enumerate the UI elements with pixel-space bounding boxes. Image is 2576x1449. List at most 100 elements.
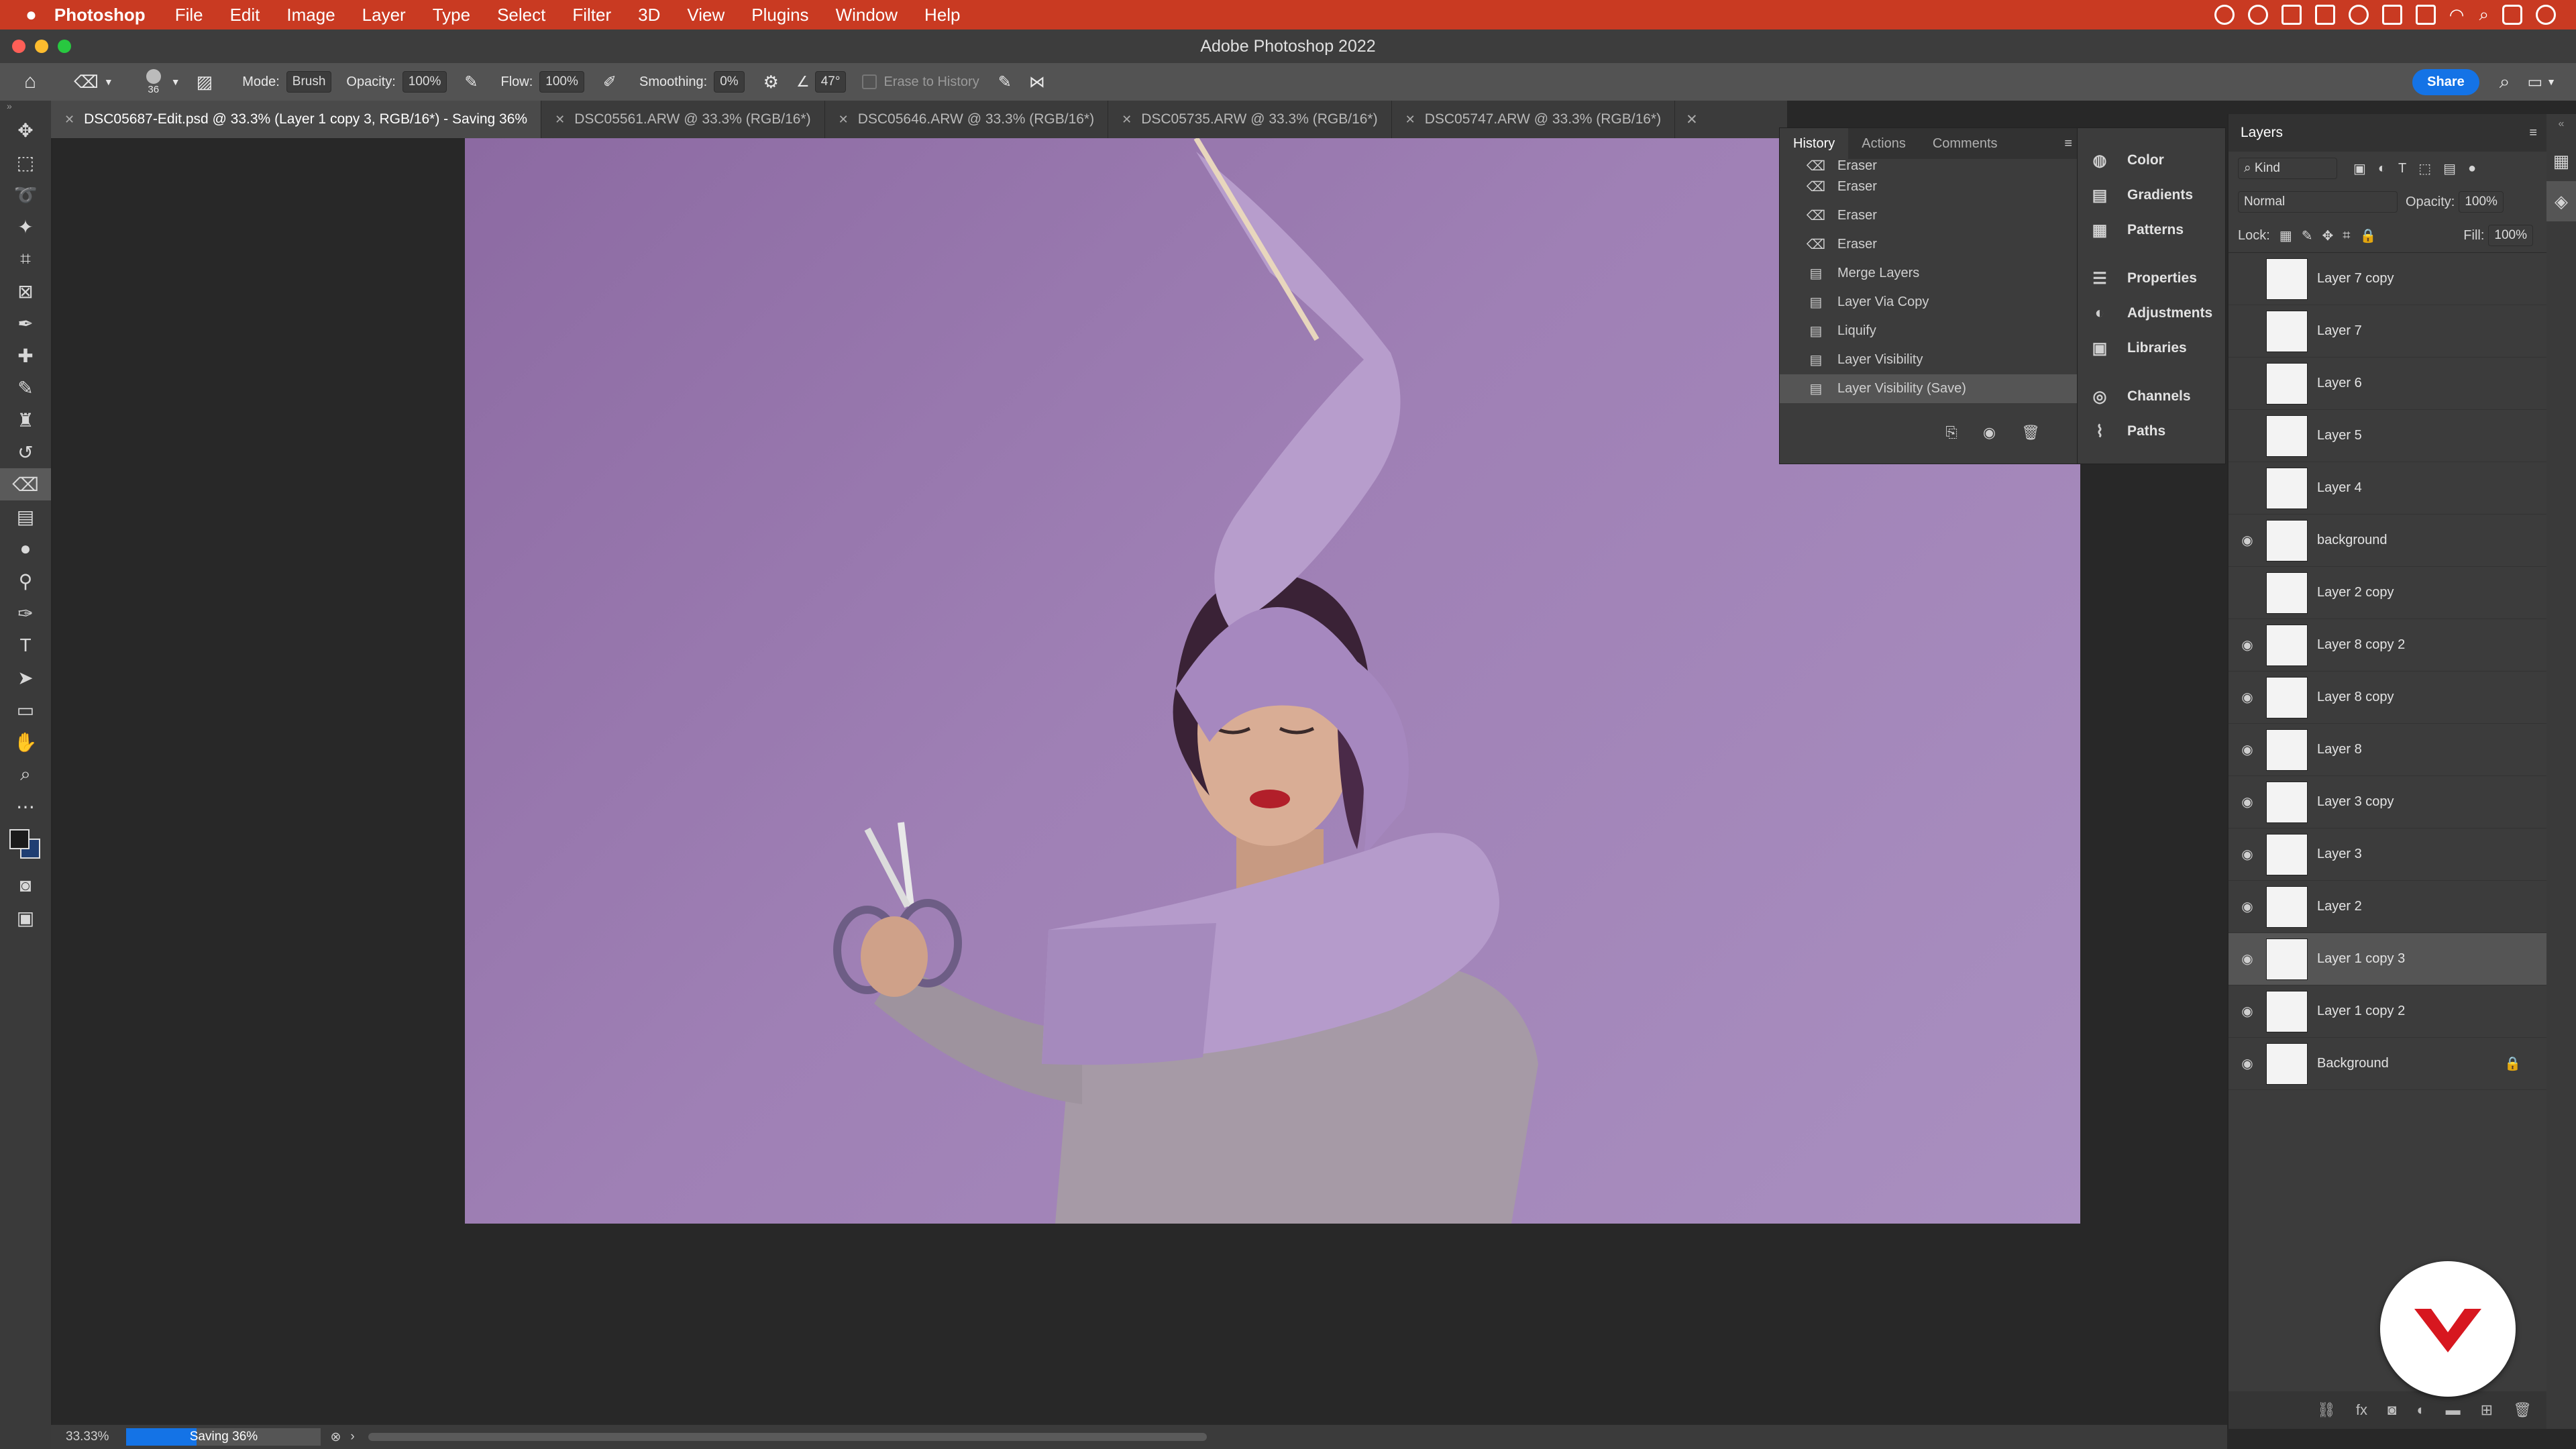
sync-icon[interactable]: [2348, 5, 2369, 25]
panel-menu-icon[interactable]: ≡: [2529, 125, 2537, 141]
layer-row[interactable]: ◉ Layer 8 copy 2: [2229, 619, 2548, 672]
menu-3d[interactable]: 3D: [638, 5, 660, 25]
menu-edit[interactable]: Edit: [230, 5, 260, 25]
magic-wand-tool-icon[interactable]: ✦: [0, 211, 51, 243]
menu-window[interactable]: Window: [836, 5, 898, 25]
type-tool-icon[interactable]: T: [0, 629, 51, 661]
layers-title[interactable]: Layers: [2241, 125, 2283, 141]
panel-gradients[interactable]: ▤ Gradients: [2078, 178, 2225, 213]
close-icon[interactable]: ✕: [555, 113, 565, 127]
layer-row[interactable]: Layer 7 copy: [2229, 253, 2548, 305]
move-tool-icon[interactable]: ✥: [0, 114, 51, 146]
tab-document-5[interactable]: ✕ DSC05747.ARW @ 33.3% (RGB/16*): [1392, 101, 1676, 138]
chevron-down-icon[interactable]: ▼: [171, 76, 180, 87]
more-tools-icon[interactable]: ⋯: [0, 790, 51, 822]
layer-row[interactable]: Layer 6: [2229, 358, 2548, 410]
collapse-arrows-icon[interactable]: »: [0, 101, 51, 114]
lock-position-icon[interactable]: ✥: [2322, 227, 2333, 244]
opacity-field[interactable]: 100%: [402, 71, 447, 93]
lasso-tool-icon[interactable]: ➰: [0, 178, 51, 211]
quick-mask-icon[interactable]: ◙: [0, 869, 51, 902]
layer-row[interactable]: ◉ background: [2229, 515, 2548, 567]
eye-icon[interactable]: ◉: [2229, 1055, 2266, 1072]
link-layers-icon[interactable]: ⛓: [2317, 1401, 2336, 1419]
layer-row[interactable]: Layer 7: [2229, 305, 2548, 358]
filter-image-icon[interactable]: ▣: [2353, 160, 2366, 177]
marquee-tool-icon[interactable]: ⬚: [0, 146, 51, 178]
gradient-tool-icon[interactable]: ▤: [0, 500, 51, 533]
history-item[interactable]: ⌫ Eraser: [1780, 201, 2080, 230]
filter-toggle-icon[interactable]: ●: [2468, 161, 2476, 176]
hand-tool-icon[interactable]: ✋: [0, 726, 51, 758]
history-item[interactable]: ⌫ Eraser: [1780, 159, 2080, 174]
tab-document-3[interactable]: ✕ DSC05646.ARW @ 33.3% (RGB/16*): [825, 101, 1109, 138]
layer-row[interactable]: ◉ Layer 8: [2229, 724, 2548, 776]
history-item[interactable]: ▤ Merge Layers: [1780, 259, 2080, 288]
wifi-icon[interactable]: ◠: [2449, 5, 2465, 25]
lock-artboard-icon[interactable]: ⌗: [2343, 228, 2350, 244]
flow-field[interactable]: 100%: [539, 71, 584, 93]
layers-stack-icon[interactable]: ◈: [2546, 181, 2576, 221]
history-item[interactable]: ▤ Layer Visibility: [1780, 345, 2080, 374]
new-layer-icon[interactable]: ⊞: [2481, 1401, 2493, 1419]
new-adjustment-icon[interactable]: ◐: [2416, 1401, 2425, 1419]
menu-plugins[interactable]: Plugins: [751, 5, 808, 25]
brush-tool-icon[interactable]: ✎: [0, 372, 51, 404]
menu-layer[interactable]: Layer: [362, 5, 406, 25]
eye-icon[interactable]: ◉: [2229, 637, 2266, 653]
pressure-size-icon[interactable]: ✎: [998, 72, 1012, 92]
layer-row[interactable]: ◉ Background 🔒: [2229, 1038, 2548, 1090]
crop-tool-icon[interactable]: ⌗: [0, 243, 51, 275]
history-item[interactable]: ⌫ Eraser: [1780, 172, 2080, 201]
tab-actions[interactable]: Actions: [1848, 136, 1919, 152]
filter-shape-icon[interactable]: ⬚: [2418, 160, 2431, 177]
erase-to-history-checkbox[interactable]: [862, 74, 877, 89]
history-item-selected[interactable]: ▤ Layer Visibility (Save): [1780, 374, 2080, 403]
path-selection-tool-icon[interactable]: ➤: [0, 661, 51, 694]
history-item[interactable]: ▤ Liquify: [1780, 317, 2080, 345]
foreground-color-swatch[interactable]: [9, 829, 30, 849]
panel-adjustments[interactable]: ◐ Adjustments: [2078, 296, 2225, 331]
panel-color[interactable]: ◍ Color: [2078, 143, 2225, 178]
close-icon[interactable]: ✕: [1122, 113, 1132, 127]
layer-row-selected[interactable]: ◉ Layer 1 copy 3: [2229, 933, 2548, 985]
add-mask-icon[interactable]: ◙: [2387, 1401, 2396, 1419]
window-icon[interactable]: [2314, 5, 2335, 25]
close-icon[interactable]: ✕: [839, 113, 849, 127]
layer-row[interactable]: ◉ Layer 3 copy: [2229, 776, 2548, 828]
table-icon[interactable]: ▦: [2546, 141, 2576, 181]
trash-icon[interactable]: 🗑: [2021, 424, 2040, 441]
tab-document-2[interactable]: ✕ DSC05561.ARW @ 33.3% (RGB/16*): [541, 101, 825, 138]
menu-help[interactable]: Help: [924, 5, 960, 25]
kind-filter-select[interactable]: ⌕ Kind: [2238, 158, 2337, 179]
share-button[interactable]: Share: [2412, 68, 2479, 95]
home-icon[interactable]: ⌂: [24, 70, 36, 93]
lock-pixels-icon[interactable]: ✎: [2302, 227, 2313, 244]
lock-all-icon[interactable]: 🔒: [2360, 227, 2377, 244]
tab-document-1[interactable]: ✕ DSC05687-Edit.psd @ 33.3% (Layer 1 copy…: [51, 101, 542, 138]
eye-icon[interactable]: ◉: [2229, 532, 2266, 549]
mode-select[interactable]: Brush: [286, 71, 332, 93]
chevron-down-icon[interactable]: ▼: [104, 76, 113, 87]
color-swatches[interactable]: [0, 822, 51, 869]
eye-icon[interactable]: ◉: [2229, 794, 2266, 810]
screen-mode-icon[interactable]: ▣: [0, 902, 51, 934]
menu-image[interactable]: Image: [286, 5, 335, 25]
filter-adjustment-icon[interactable]: ◐: [2378, 161, 2386, 176]
layer-row[interactable]: ◉ Layer 1 copy 2: [2229, 985, 2548, 1038]
menu-select[interactable]: Select: [497, 5, 545, 25]
eyedropper-tool-icon[interactable]: ✒: [0, 307, 51, 339]
chevron-right-icon[interactable]: ›: [350, 1430, 354, 1444]
menu-filter[interactable]: Filter: [572, 5, 611, 25]
clock-icon[interactable]: [2536, 5, 2556, 25]
new-document-from-state-icon[interactable]: ⎘: [1945, 424, 1957, 441]
tab-history[interactable]: History: [1780, 128, 1849, 159]
smoothing-field[interactable]: 0%: [714, 71, 745, 93]
rectangle-tool-icon[interactable]: ▭: [0, 694, 51, 726]
zoom-level[interactable]: 33.33%: [66, 1430, 109, 1444]
blur-tool-icon[interactable]: ●: [0, 533, 51, 565]
brush-preview[interactable]: 36: [140, 68, 167, 95]
keyboard-icon[interactable]: [2415, 5, 2436, 25]
gear-icon[interactable]: ⚙: [763, 72, 779, 93]
close-icon[interactable]: ✕: [1405, 113, 1415, 127]
